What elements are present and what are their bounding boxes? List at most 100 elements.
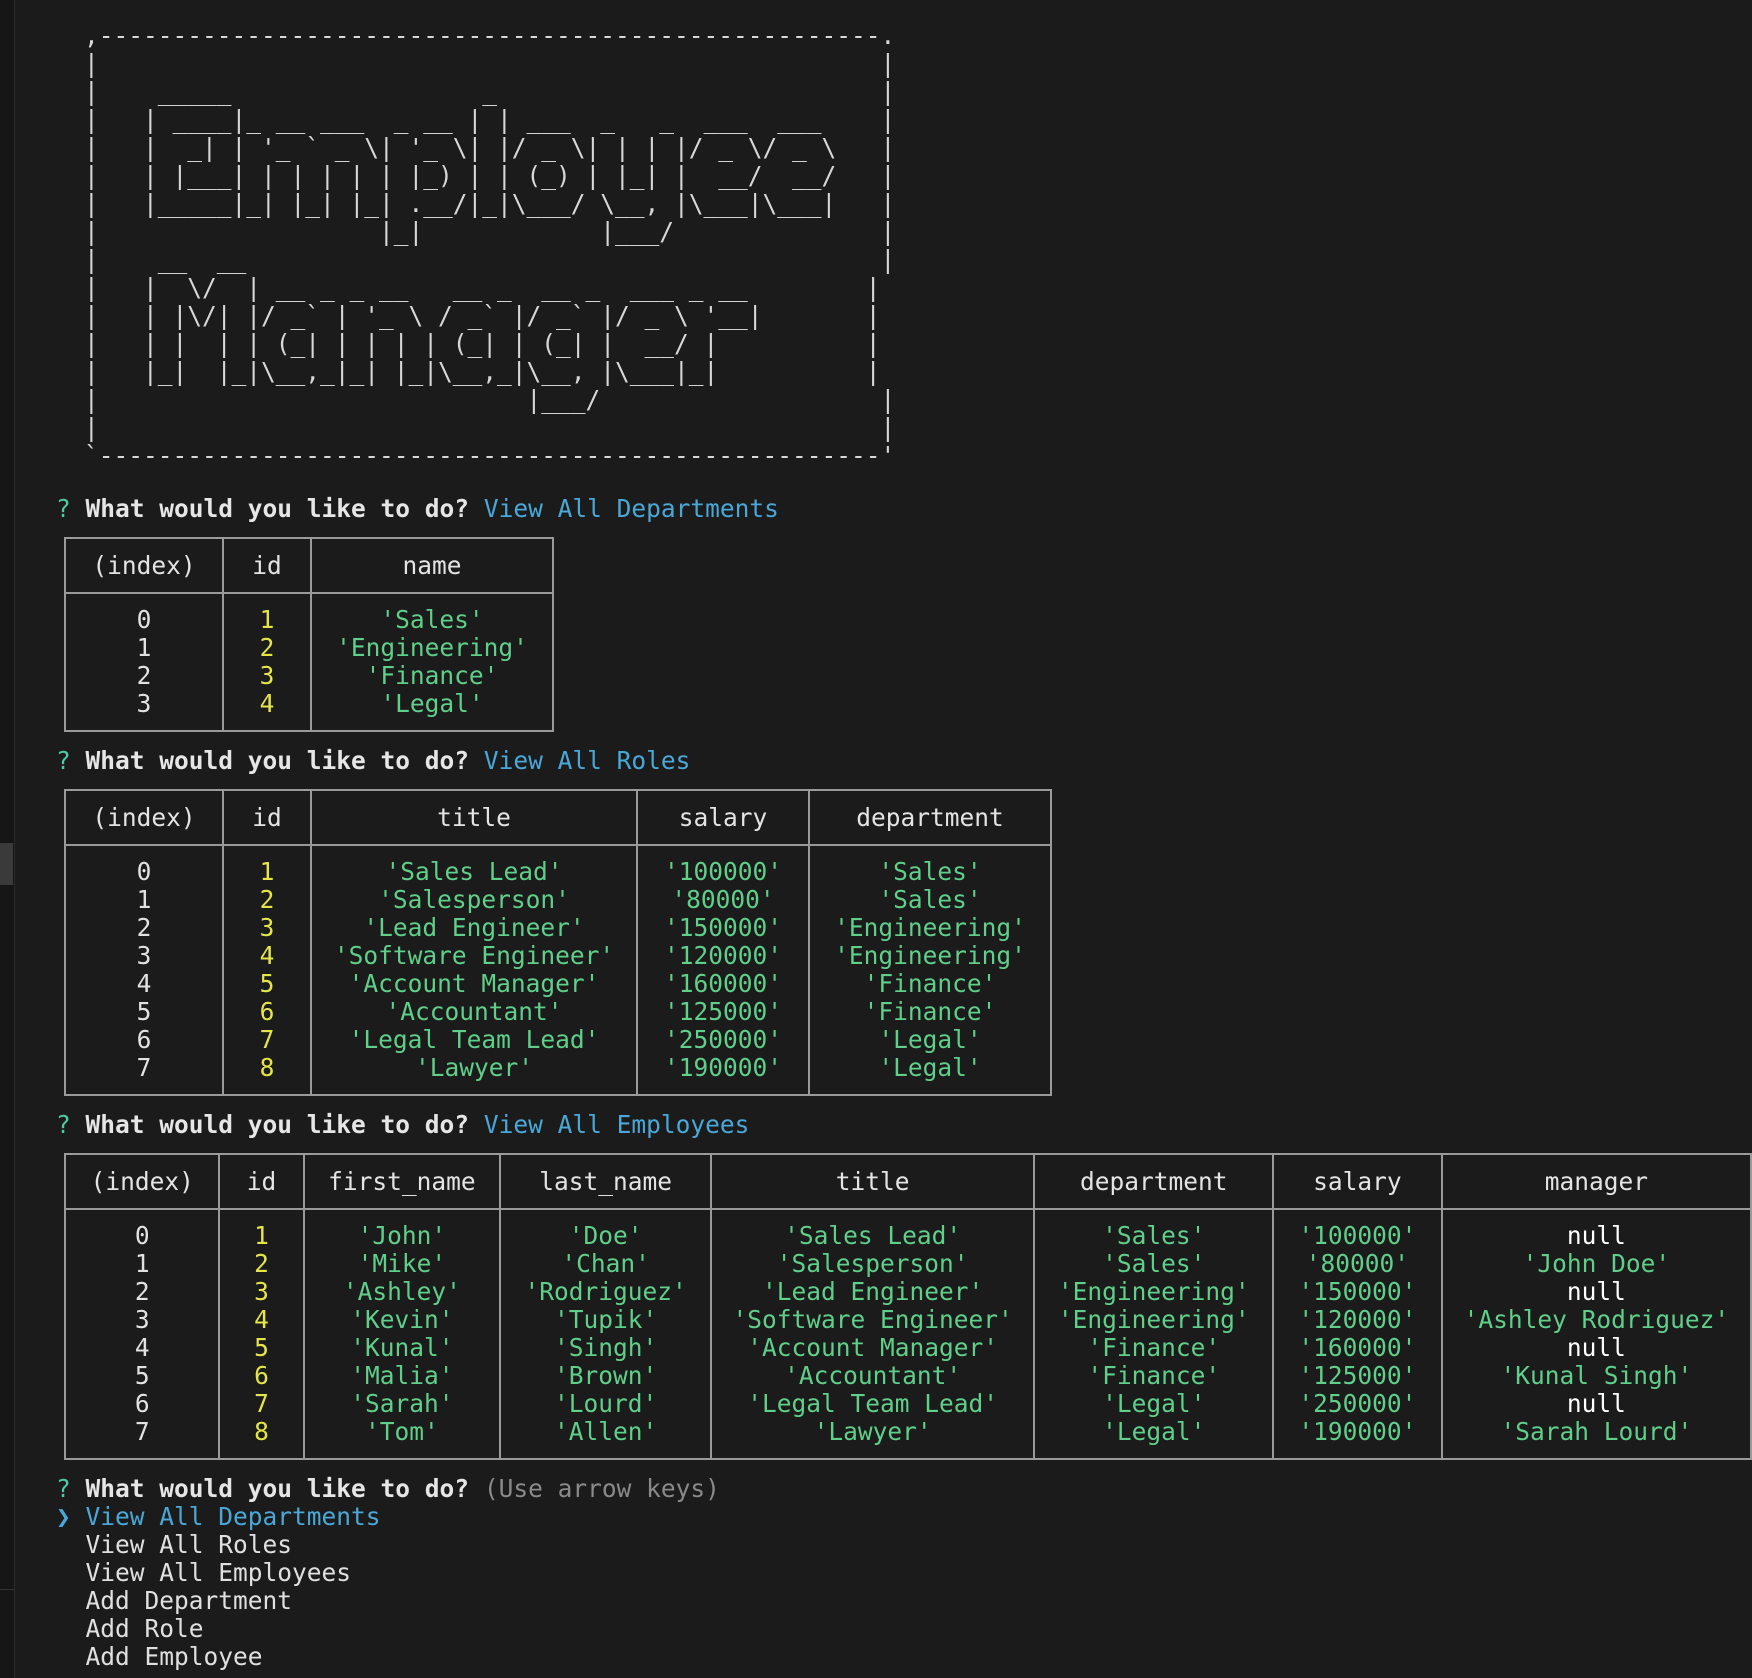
column-header: name [310, 537, 554, 594]
table-row: 1 2 'Engineering' [64, 634, 554, 662]
table-cell: 2 [222, 634, 312, 662]
table-header-row: (index) id first_name last_name title departm… [63, 1153, 1752, 1210]
table-cell: '150000' [636, 914, 810, 942]
column-header: first_name [302, 1153, 502, 1210]
table-cell: 'Lourd' [499, 1390, 712, 1418]
table-row: 3 4 'Legal' [64, 690, 554, 732]
table-cell: 2 [64, 914, 224, 942]
column-header: title [709, 1153, 1036, 1210]
table-cell: '80000' [636, 886, 810, 914]
table-cell: 'Singh' [499, 1334, 712, 1362]
table-cell: null [1440, 1209, 1752, 1250]
table-cell: 'Finance' [1033, 1334, 1275, 1362]
menu-choice-label: Add Department [85, 1586, 293, 1615]
column-header: salary [636, 789, 810, 846]
table-cell: 'Account Manager' [709, 1334, 1036, 1362]
column-header: last_name [499, 1153, 712, 1210]
table-row: 4 5 'Account Manager' '160000' 'Finance' [64, 970, 1052, 998]
table-cell: 6 [63, 1390, 221, 1418]
table-cell: 'Lawyer' [709, 1418, 1036, 1460]
table-cell: 2 [218, 1250, 305, 1278]
table-cell: 'Lead Engineer' [709, 1278, 1036, 1306]
table-cell: 3 [218, 1278, 305, 1306]
table-row: 4 5 'Kunal' 'Singh' 'Account Manager' 'Financ… [63, 1334, 1752, 1362]
table-cell: 'Legal Team Lead' [709, 1390, 1036, 1418]
column-header: department [1033, 1153, 1275, 1210]
table-cell: 'Malia' [302, 1362, 502, 1390]
table-row: 3 4 'Kevin' 'Tupik' 'Software Engineer' 'Engi… [63, 1306, 1752, 1334]
table-cell: null [1440, 1278, 1752, 1306]
table-cell: 3 [222, 914, 312, 942]
table-cell: 3 [64, 942, 224, 970]
table-cell: 'Ashley Rodriguez' [1440, 1306, 1752, 1334]
table-cell: null [1440, 1334, 1752, 1362]
table-row: 0 1 'John' 'Doe' 'Sales Lead' 'Sales' '100000'… [63, 1209, 1752, 1250]
table-row: 6 7 'Legal Team Lead' '250000' 'Legal' [64, 1026, 1052, 1054]
prompt-roles: ? What would you like to do? View All Ro… [56, 747, 690, 775]
table-cell: 'Legal' [808, 1054, 1052, 1096]
table-cell: null [1440, 1390, 1752, 1418]
table-cell: 'Software Engineer' [310, 942, 638, 970]
menu-choice-label: Add Role [85, 1614, 204, 1643]
table-cell: 1 [63, 1250, 221, 1278]
prompt-answer: View All Departments [483, 494, 779, 523]
table-header-row: (index) id name [64, 537, 554, 594]
table-cell: 7 [222, 1026, 312, 1054]
table-cell: 6 [64, 1026, 224, 1054]
table-row: 3 4 'Software Engineer' '120000' 'Engineerin… [64, 942, 1052, 970]
departments-table: (index) id name 0 1 'Sales' 1 2 'Engineering' 2 3 '… [64, 537, 554, 732]
table-cell: 3 [222, 662, 312, 690]
table-cell: 3 [64, 690, 224, 732]
table-cell: 'Salesperson' [709, 1250, 1036, 1278]
menu-choice-add-role[interactable]: Add Role [56, 1615, 204, 1643]
table-cell: 4 [63, 1334, 221, 1362]
question-mark-icon: ? [56, 494, 71, 523]
menu-choice-view-all-departments[interactable]: ❯ View All Departments [56, 1503, 381, 1531]
table-cell: 'Engineering' [808, 942, 1052, 970]
prompt-answer: View All Roles [483, 746, 691, 775]
table-cell: '100000' [1272, 1209, 1443, 1250]
column-header: (index) [63, 1153, 221, 1210]
table-cell: 4 [222, 942, 312, 970]
table-cell: 'Legal' [1033, 1390, 1275, 1418]
table-cell: 6 [222, 998, 312, 1026]
table-cell: 7 [218, 1390, 305, 1418]
table-cell: 'Accountant' [310, 998, 638, 1026]
table-cell: 'Chan' [499, 1250, 712, 1278]
gutter-scroll-marker [0, 843, 13, 885]
table-cell: 'Allen' [499, 1418, 712, 1460]
table-cell: '250000' [1272, 1390, 1443, 1418]
table-row: 2 3 'Ashley' 'Rodriguez' 'Lead Engineer' 'Eng… [63, 1278, 1752, 1306]
table-cell: 'Mike' [302, 1250, 502, 1278]
table-cell: 0 [63, 1209, 221, 1250]
table-header-row: (index) id title salary department [64, 789, 1052, 846]
menu-choice-view-all-employees[interactable]: View All Employees [56, 1559, 352, 1587]
table-cell: 'Sales Lead' [310, 845, 638, 886]
table-cell: 'Account Manager' [310, 970, 638, 998]
table-cell: 3 [63, 1306, 221, 1334]
editor-gutter [0, 0, 15, 1678]
menu-choice-add-department[interactable]: Add Department [56, 1586, 293, 1615]
column-header: title [310, 789, 638, 846]
table-row: 7 8 'Tom' 'Allen' 'Lawyer' 'Legal' '190000' 'Sa… [63, 1418, 1752, 1460]
table-cell: 'Sales' [1033, 1209, 1275, 1250]
table-row: 0 1 'Sales Lead' '100000' 'Sales' [64, 845, 1052, 886]
table-cell: 5 [64, 998, 224, 1026]
menu-choice-add-employee[interactable]: Add Employee [56, 1643, 263, 1671]
table-cell: 8 [218, 1418, 305, 1460]
table-cell: 4 [64, 970, 224, 998]
table-cell: 'Sales Lead' [709, 1209, 1036, 1250]
table-cell: 'Sales' [1033, 1250, 1275, 1278]
table-cell: 'Legal' [1033, 1418, 1275, 1460]
menu-choice-label: View All Departments [85, 1502, 381, 1531]
prompt-question: What would you like to do? [85, 1110, 470, 1139]
table-cell: 'Finance' [310, 662, 554, 690]
table-cell: '190000' [636, 1054, 810, 1096]
table-cell: 'Sarah' [302, 1390, 502, 1418]
menu-choice-view-all-roles[interactable]: View All Roles [56, 1531, 293, 1559]
column-header: salary [1272, 1153, 1443, 1210]
table-cell: '160000' [636, 970, 810, 998]
table-row: 2 3 'Lead Engineer' '150000' 'Engineering' [64, 914, 1052, 942]
table-cell: 5 [222, 970, 312, 998]
table-cell: 'Legal' [310, 690, 554, 732]
